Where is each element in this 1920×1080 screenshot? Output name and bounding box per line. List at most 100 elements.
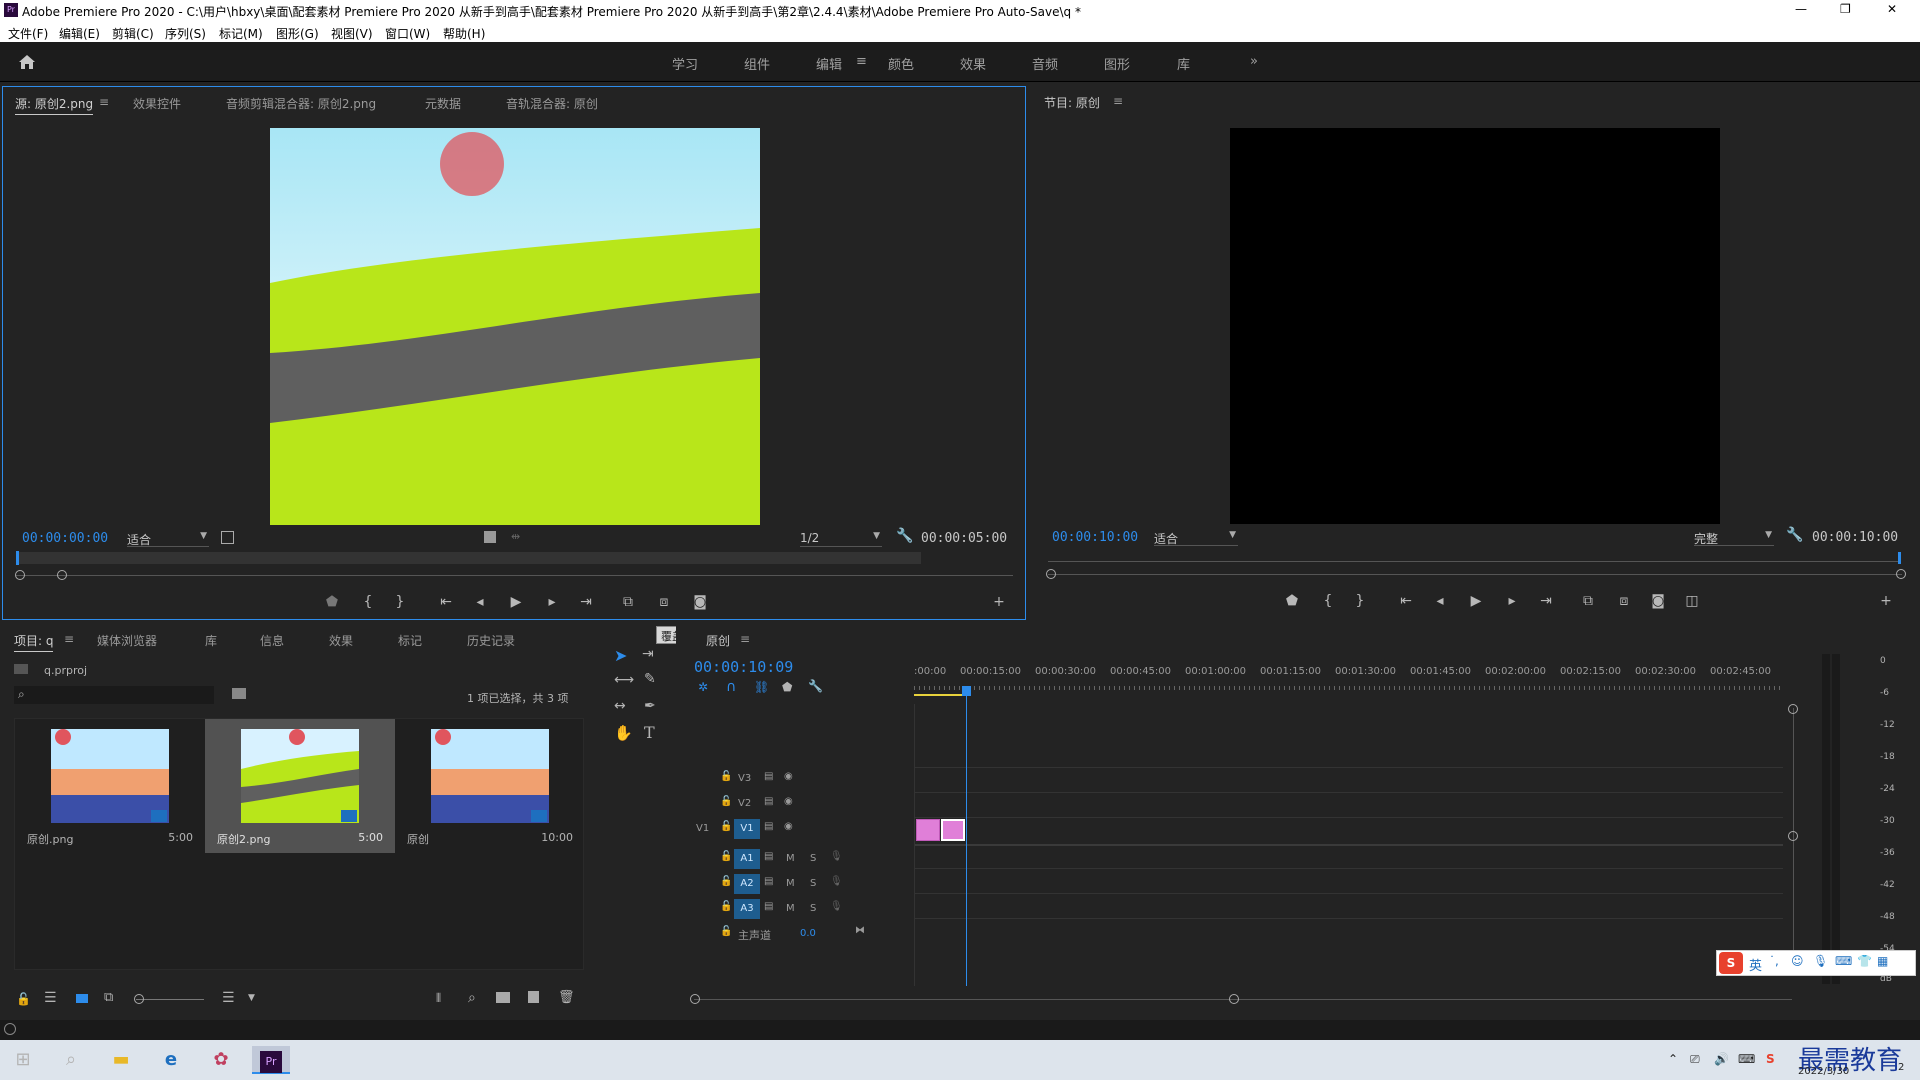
eye-icon[interactable]: ◉ bbox=[784, 796, 793, 807]
drag-video-icon[interactable] bbox=[484, 531, 496, 543]
nest-toggle-icon[interactable]: ✲ bbox=[698, 680, 708, 694]
tab-effects[interactable]: 效果 bbox=[329, 632, 353, 649]
go-to-in-icon[interactable]: ⇤ bbox=[435, 594, 457, 610]
track-select-tool-icon[interactable]: ⇥ bbox=[642, 646, 654, 662]
tab-project[interactable]: 项目: q bbox=[14, 632, 54, 652]
menu-edit[interactable]: 编辑(E) bbox=[59, 25, 100, 42]
menu-help[interactable]: 帮助(H) bbox=[443, 25, 485, 42]
type-tool-icon[interactable]: T bbox=[644, 723, 655, 742]
paint-app-icon[interactable]: ✿ bbox=[202, 1046, 240, 1074]
linked-selection-icon[interactable]: ⛓ bbox=[754, 680, 769, 694]
tab-effect-controls[interactable]: 效果控件 bbox=[133, 95, 181, 112]
mark-in-icon[interactable]: { bbox=[357, 594, 379, 610]
chevron-down-icon[interactable]: ▼ bbox=[248, 993, 255, 1003]
tab-timeline-sequence[interactable]: 原创 bbox=[706, 632, 730, 649]
scroll-handle-left[interactable] bbox=[690, 994, 700, 1004]
export-frame-icon[interactable]: ◙ bbox=[1647, 593, 1669, 609]
step-back-icon[interactable]: ◂ bbox=[1429, 593, 1451, 609]
tab-info[interactable]: 信息 bbox=[260, 632, 284, 649]
track-lock-icon[interactable]: 🔓 bbox=[720, 876, 732, 887]
trash-icon[interactable]: 🗑 bbox=[558, 990, 575, 1005]
mark-in-icon[interactable]: { bbox=[1317, 593, 1339, 609]
network-icon[interactable]: ⎚ bbox=[1690, 1052, 1700, 1067]
program-monitor-title[interactable]: 节目: 原创 bbox=[1044, 94, 1100, 111]
export-frame-icon[interactable]: ◙ bbox=[689, 594, 711, 610]
mute-button[interactable]: M bbox=[786, 878, 795, 889]
go-to-in-icon[interactable]: ⇤ bbox=[1395, 593, 1417, 609]
add-marker-icon[interactable]: ⬟ bbox=[321, 594, 343, 610]
wrench-icon[interactable]: 🔧 bbox=[1786, 527, 1803, 543]
workspace-libraries[interactable]: 库 bbox=[1177, 54, 1190, 73]
icon-view-icon[interactable] bbox=[76, 994, 88, 1003]
menu-graphics[interactable]: 图形(G) bbox=[276, 25, 319, 42]
track-lock-icon[interactable]: 🔓 bbox=[720, 796, 732, 807]
extract-icon[interactable]: ⧈ bbox=[1613, 593, 1635, 609]
selection-tool-icon[interactable]: ➤ bbox=[614, 646, 627, 665]
punctuation-icon[interactable]: ˙, bbox=[1769, 954, 1779, 968]
tab-media-browser[interactable]: 媒体浏览器 bbox=[97, 632, 157, 649]
track-label-active[interactable]: A1 bbox=[734, 849, 760, 869]
premiere-taskbar-icon[interactable]: Pr bbox=[252, 1046, 290, 1074]
zoom-handle-right[interactable] bbox=[1896, 569, 1906, 579]
program-quality-dropdown[interactable]: 完整 ▼ bbox=[1694, 530, 1774, 546]
sort-icon[interactable]: ☰ bbox=[222, 990, 235, 1006]
program-zoom-bar[interactable] bbox=[1048, 574, 1902, 575]
workspace-editing[interactable]: 编辑 bbox=[816, 54, 842, 73]
zoom-handle-right[interactable] bbox=[57, 570, 67, 580]
menu-sequence[interactable]: 序列(S) bbox=[165, 25, 206, 42]
add-marker-icon[interactable]: ⬟ bbox=[1281, 593, 1303, 609]
notification-badge[interactable]: 2 bbox=[1898, 1062, 1904, 1073]
search-icon[interactable]: ⌕ bbox=[52, 1046, 90, 1074]
sync-lock-icon[interactable]: ▤ bbox=[764, 796, 773, 807]
project-panel-menu-icon[interactable]: ≡ bbox=[64, 632, 74, 646]
menu-view[interactable]: 视图(V) bbox=[331, 25, 373, 42]
track-label-active[interactable]: A2 bbox=[734, 874, 760, 894]
workspace-menu-icon[interactable]: ≡ bbox=[856, 54, 867, 69]
workspace-assembly[interactable]: 组件 bbox=[744, 54, 770, 73]
bowtie-icon[interactable]: ⧓ bbox=[855, 925, 865, 936]
home-icon[interactable] bbox=[18, 54, 36, 70]
program-playhead[interactable] bbox=[1898, 552, 1901, 564]
workspace-color[interactable]: 颜色 bbox=[888, 54, 914, 73]
tab-audio-clip-mixer[interactable]: 音频剪辑混合器: 原创2.png bbox=[226, 95, 376, 112]
tab-metadata[interactable]: 元数据 bbox=[425, 95, 461, 112]
windows-start-icon[interactable]: ⊞ bbox=[4, 1046, 42, 1074]
insert-icon[interactable]: ⧉ bbox=[617, 594, 639, 610]
wrench-icon[interactable]: 🔧 bbox=[896, 528, 913, 544]
track-label-active[interactable]: A3 bbox=[734, 899, 760, 919]
ime-tray-icon[interactable]: ⌨ bbox=[1738, 1052, 1755, 1066]
workspace-effects[interactable]: 效果 bbox=[960, 54, 986, 73]
track-lock-icon[interactable]: 🔓 bbox=[720, 771, 732, 782]
zoom-handle-left[interactable] bbox=[1046, 569, 1056, 579]
program-scrub-ruler[interactable] bbox=[1048, 561, 1898, 562]
zoom-slider[interactable] bbox=[136, 999, 204, 1000]
insert-edit-toggle-icon[interactable] bbox=[221, 531, 234, 544]
source-zoom-bar[interactable] bbox=[16, 575, 1013, 576]
play-icon[interactable]: ▶ bbox=[505, 594, 527, 610]
overwrite-icon[interactable]: ⧈ bbox=[653, 594, 675, 610]
new-search-bin-icon[interactable] bbox=[232, 688, 246, 699]
system-date[interactable]: 2022/3/30 bbox=[1798, 1066, 1849, 1077]
new-item-icon[interactable] bbox=[528, 991, 539, 1003]
toolbox-icon[interactable]: ▦ bbox=[1877, 954, 1888, 968]
ime-language-toggle[interactable]: 英 bbox=[1749, 955, 1762, 974]
hand-tool-icon[interactable]: ✋ bbox=[614, 724, 633, 742]
mark-out-icon[interactable]: } bbox=[389, 594, 411, 610]
find-icon[interactable]: ⌕ bbox=[468, 990, 476, 1006]
menu-clip[interactable]: 剪辑(C) bbox=[112, 25, 154, 42]
eye-icon[interactable]: ◉ bbox=[784, 771, 793, 782]
automate-to-sequence-icon[interactable]: ⫴ bbox=[436, 991, 441, 1006]
work-area-bar[interactable] bbox=[914, 694, 964, 696]
sync-lock-icon[interactable]: ▤ bbox=[764, 851, 773, 862]
skin-icon[interactable]: 👕 bbox=[1857, 954, 1872, 968]
drag-audio-icon[interactable]: ⇹ bbox=[511, 530, 520, 543]
track-lock-icon[interactable]: 🔓 bbox=[720, 901, 732, 912]
horizontal-scrollbar[interactable] bbox=[694, 999, 1792, 1000]
program-fit-dropdown[interactable]: 适合 ▼ bbox=[1154, 530, 1238, 546]
tab-source[interactable]: 源: 原创2.png bbox=[15, 95, 94, 115]
button-editor-icon[interactable]: + bbox=[988, 594, 1010, 610]
edge-browser-icon[interactable]: e bbox=[152, 1046, 190, 1074]
voice-icon[interactable]: 🎙 bbox=[1813, 954, 1828, 968]
sync-lock-icon[interactable]: ▤ bbox=[764, 876, 773, 887]
project-item[interactable]: 原创.png 5:00 bbox=[15, 719, 205, 853]
